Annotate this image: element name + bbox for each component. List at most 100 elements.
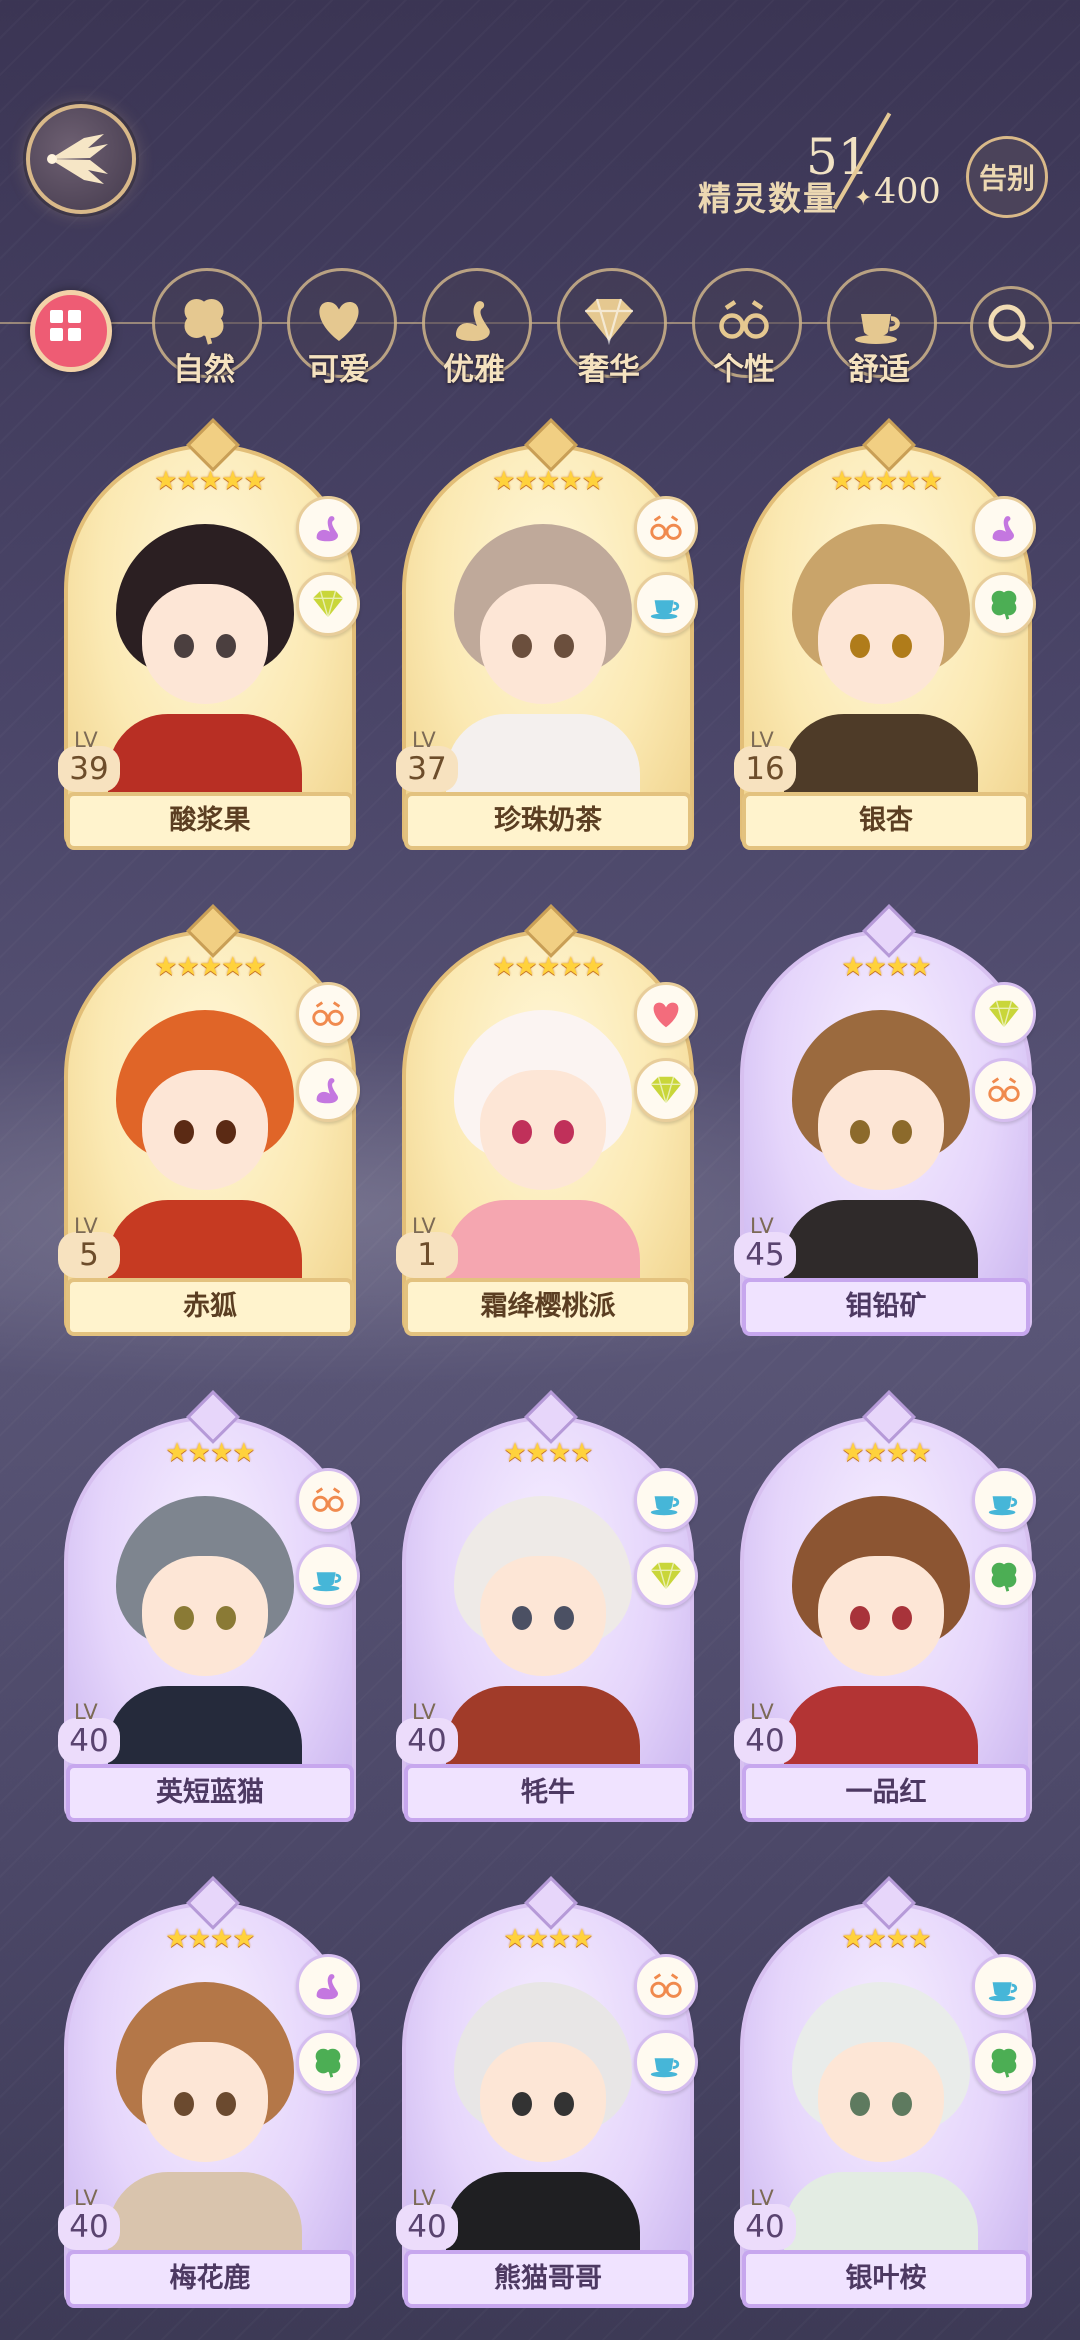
clover-icon [972,572,1036,636]
level-label: LV [750,1214,774,1238]
level-value: 39 [58,746,120,792]
level-badge: 1 LV [396,1214,466,1284]
spirit-card[interactable]: ★★★★ 40 LV 一品红 [734,1390,1036,1822]
spirit-card[interactable]: ★★★★★ 1 LV 霜绛樱桃派 [396,904,698,1336]
level-badge: 40 LV [396,1700,466,1770]
spirit-name: 银叶桉 [742,2250,1030,2308]
spirit-count-current: 51 [806,128,870,186]
star-rating: ★★★★ [165,1438,255,1468]
glasses-icon [634,496,698,560]
teacup-icon [296,1544,360,1608]
spirit-name: 赤狐 [66,1278,354,1336]
spirit-card[interactable]: ★★★★ 40 LV 熊猫哥哥 [396,1876,698,2308]
teacup-icon [634,2030,698,2094]
spirit-name: 珍珠奶茶 [404,792,692,850]
spirit-name: 一品红 [742,1764,1030,1822]
spirit-card[interactable]: ★★★★★ 39 LV 酸浆果 [58,418,360,850]
character-portrait [774,524,988,804]
character-portrait [436,1496,650,1776]
level-label: LV [750,2186,774,2210]
glasses-icon [972,1058,1036,1122]
glasses-icon [296,982,360,1046]
spirit-card[interactable]: ★★★★★ 5 LV 赤狐 [58,904,360,1336]
diamond-icon [972,982,1036,1046]
character-portrait [98,524,312,804]
filter-swan[interactable]: 优雅 [422,268,532,388]
trait-icons [972,1468,1038,1620]
level-badge: 40 LV [58,1700,128,1770]
level-label: LV [750,1700,774,1724]
star-rating: ★★★★★ [492,952,605,982]
swan-icon [296,496,360,560]
level-value: 1 [396,1232,458,1278]
star-rating: ★★★★★ [154,466,267,496]
level-value: 40 [58,1718,120,1764]
level-label: LV [412,1214,436,1238]
spirit-name: 酸浆果 [66,792,354,850]
filter-glasses[interactable]: 个性 [692,268,802,388]
trait-icons [972,982,1038,1134]
character-portrait [98,1982,312,2262]
star-rating: ★★★★★ [154,952,267,982]
trait-icons [296,982,362,1134]
trait-icons [634,1954,700,2106]
level-badge: 39 LV [58,728,128,798]
farewell-button[interactable]: 告别 [966,136,1048,218]
diamond-icon [296,572,360,636]
clover-icon [972,2030,1036,2094]
filter-teacup[interactable]: 舒适 [827,268,937,388]
teacup-icon [634,572,698,636]
search-button[interactable] [970,286,1052,368]
star-rating: ★★★★★ [830,466,943,496]
swan-icon [296,1954,360,2018]
level-value: 40 [734,2204,796,2250]
spirit-name: 钼铅矿 [742,1278,1030,1336]
level-value: 40 [734,1718,796,1764]
spirit-card[interactable]: ★★★★ 40 LV 银叶桉 [734,1876,1036,2308]
star-rating: ★★★★ [841,952,931,982]
filter-label: 舒适 [848,352,910,388]
sparkle-icon: ✦ [854,186,873,211]
spirit-card[interactable]: ★★★★★ 16 LV 银杏 [734,418,1036,850]
trait-icons [634,1468,700,1620]
level-label: LV [74,2186,98,2210]
character-portrait [774,1496,988,1776]
level-value: 37 [396,746,458,792]
character-portrait [436,1010,650,1290]
trait-icons [296,1954,362,2106]
spirit-card[interactable]: ★★★★ 45 LV 钼铅矿 [734,904,1036,1336]
spirit-card[interactable]: ★★★★ 40 LV 英短蓝猫 [58,1390,360,1822]
trait-icons [296,1468,362,1620]
character-portrait [436,1982,650,2262]
level-badge: 5 LV [58,1214,128,1284]
trait-icons [634,496,700,648]
trait-icons [634,982,700,1134]
level-value: 40 [396,1718,458,1764]
level-label: LV [750,728,774,752]
trait-icons [972,1954,1038,2106]
spirit-card[interactable]: ★★★★ 40 LV 梅花鹿 [58,1876,360,2308]
clover-icon [296,2030,360,2094]
filter-diamond[interactable]: 奢华 [557,268,667,388]
star-rating: ★★★★ [841,1438,931,1468]
level-label: LV [412,1700,436,1724]
filter-heart[interactable]: 可爱 [287,268,397,388]
level-badge: 45 LV [734,1214,804,1284]
spirit-card[interactable]: ★★★★★ 37 LV 珍珠奶茶 [396,418,698,850]
filter-label: 个性 [713,352,775,388]
spirit-name: 银杏 [742,792,1030,850]
filter-clover[interactable]: 自然 [152,268,262,388]
level-badge: 40 LV [58,2186,128,2256]
spirit-name: 梅花鹿 [66,2250,354,2308]
swan-icon [296,1058,360,1122]
all-filter-grid-icon[interactable] [30,290,112,372]
filter-label: 优雅 [443,352,505,388]
star-rating: ★★★★ [165,1924,255,1954]
star-rating: ★★★★ [841,1924,931,1954]
spirit-card[interactable]: ★★★★ 40 LV 牦牛 [396,1390,698,1822]
spirit-name: 英短蓝猫 [66,1764,354,1822]
back-button[interactable] [26,104,136,214]
star-rating: ★★★★★ [492,466,605,496]
diamond-icon [634,1544,698,1608]
level-badge: 16 LV [734,728,804,798]
